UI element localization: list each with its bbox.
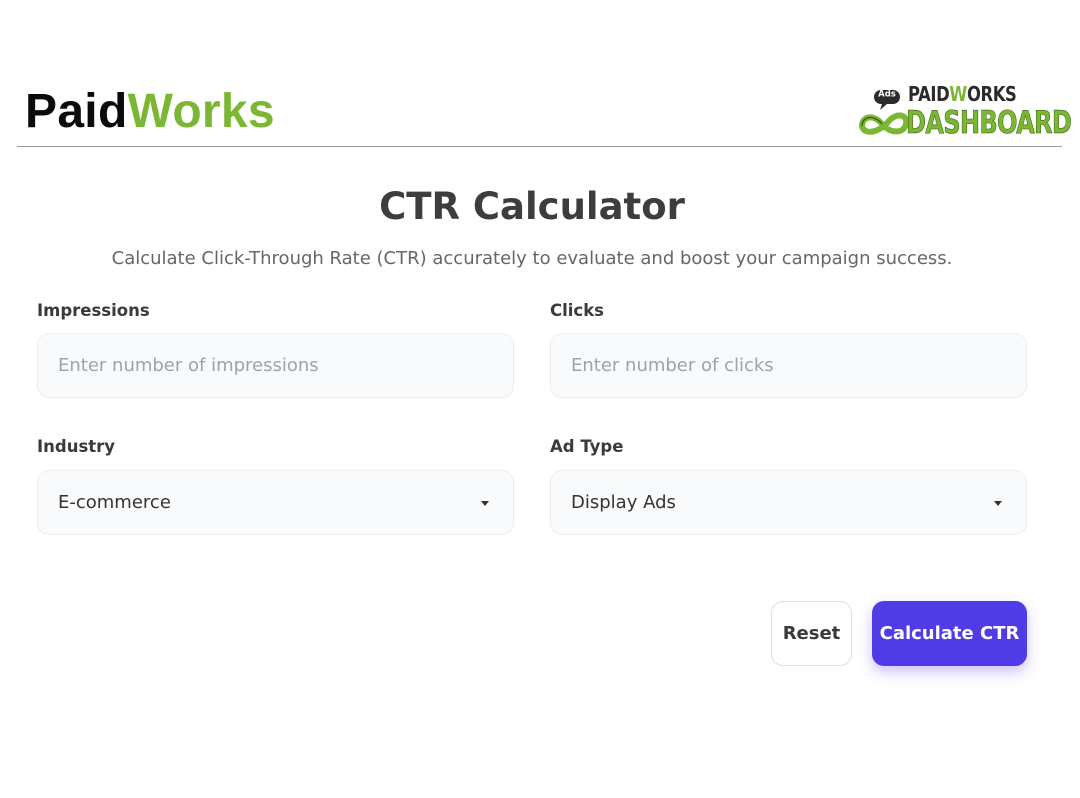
ad-type-label: Ad Type — [550, 437, 624, 456]
industry-label: Industry — [37, 437, 116, 456]
ad-type-selected-value: Display Ads — [571, 492, 676, 513]
calculate-ctr-button[interactable]: Calculate CTR — [872, 601, 1027, 666]
logo-bottom-text: DASHBOARD — [906, 105, 1072, 141]
brand-wordmark: PaidWorks — [25, 86, 275, 138]
clicks-input[interactable] — [571, 334, 1006, 397]
brand-paid: Paid — [25, 85, 128, 138]
impressions-field-wrapper — [37, 333, 514, 398]
caret-down-icon — [481, 501, 489, 506]
logo-top-w: W — [949, 82, 967, 106]
ad-type-select[interactable]: Display Ads — [550, 470, 1027, 535]
paidworks-dashboard-logo: Ads PAIDWORKS DASHBOARD — [856, 82, 1072, 144]
clicks-label: Clicks — [550, 301, 604, 320]
impressions-label: Impressions — [37, 301, 150, 320]
ads-badge: Ads — [878, 90, 896, 100]
logo-top-text: PAIDWORKS — [908, 82, 1017, 106]
industry-select[interactable]: E-commerce — [37, 470, 514, 535]
header-divider — [17, 146, 1062, 147]
caret-down-icon — [994, 501, 1002, 506]
clicks-field-wrapper — [550, 333, 1027, 398]
ads-badge-text: Ads — [878, 90, 896, 100]
impressions-input[interactable] — [58, 334, 493, 397]
page-subtitle: Calculate Click-Through Rate (CTR) accur… — [111, 248, 953, 269]
brand-works: Works — [127, 85, 275, 138]
logo-top-orks: ORKS — [966, 82, 1017, 106]
reset-button[interactable]: Reset — [771, 601, 852, 666]
industry-selected-value: E-commerce — [58, 492, 171, 513]
page-title: CTR Calculator — [379, 185, 685, 228]
logo-top-paid: PAID — [908, 82, 950, 106]
